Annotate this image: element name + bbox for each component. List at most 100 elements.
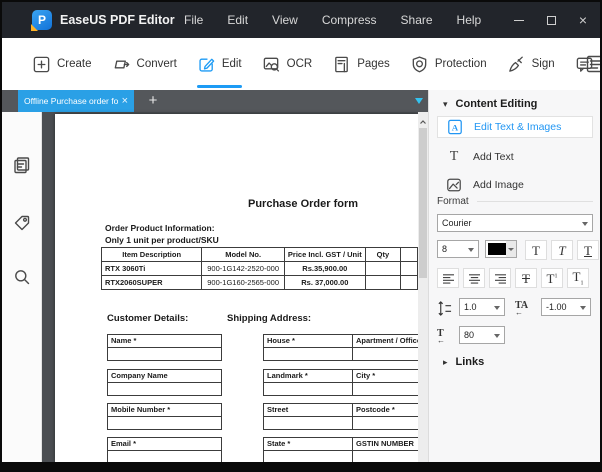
field-apartment-input[interactable]: [353, 348, 418, 360]
create-button[interactable]: Create: [32, 38, 92, 90]
align-center-button[interactable]: [463, 268, 485, 288]
cell-model-1: 900-1G160-2565-000: [202, 276, 285, 290]
field-gstin-label: GSTIN NUMBER: [353, 438, 418, 451]
field-company: Company Name: [107, 369, 222, 396]
scroll-up-icon[interactable]: [418, 114, 428, 124]
active-document-tab[interactable]: Offline Purchase order for... ×: [18, 90, 134, 112]
field-street-input[interactable]: [264, 417, 352, 429]
cell-item-0: RTX 3060Ti: [102, 262, 202, 276]
menu-share[interactable]: Share: [401, 13, 433, 27]
field-email-input[interactable]: [108, 451, 221, 462]
field-city-input[interactable]: [353, 383, 418, 395]
menu-help[interactable]: Help: [457, 13, 482, 27]
content-editing-header[interactable]: ▾ Content Editing: [443, 98, 537, 110]
thumbnails-panel-button[interactable]: [13, 156, 31, 174]
field-gstin-input[interactable]: [353, 451, 418, 462]
app-logo-icon: P: [32, 10, 52, 30]
edit-text-images-button[interactable]: A Edit Text & Images: [437, 116, 593, 138]
tab-list-dropdown-icon[interactable]: [415, 98, 423, 104]
add-text-button[interactable]: T Add Text: [437, 146, 593, 168]
menu-compress[interactable]: Compress: [322, 13, 377, 27]
chevron-down-icon: [508, 248, 514, 251]
edit-tool-button[interactable]: Edit: [197, 38, 242, 90]
protection-button[interactable]: Protection: [410, 38, 487, 90]
new-tab-button[interactable]: +: [142, 90, 164, 112]
chevron-down-icon: [494, 306, 500, 310]
format-divider: [477, 201, 593, 202]
cell-item-1: RTX2060SUPER: [102, 276, 202, 290]
cell-extra-0: [401, 262, 418, 276]
underline-button[interactable]: T: [577, 240, 599, 260]
convert-button[interactable]: Convert: [112, 38, 177, 90]
spacing-row: 1.0 TA← -1.00: [429, 298, 601, 318]
subscript-button[interactable]: T1: [567, 268, 589, 288]
document-title: Purchase Order form: [248, 198, 358, 210]
menu-edit[interactable]: Edit: [227, 13, 248, 27]
bookmarks-panel-button[interactable]: [13, 214, 31, 232]
field-company-input[interactable]: [108, 383, 221, 395]
add-image-button[interactable]: Add Image: [437, 174, 593, 196]
font-color-picker[interactable]: [485, 240, 517, 258]
search-panel-button[interactable]: [13, 268, 31, 286]
horizontal-scale-icon: T←: [437, 327, 459, 347]
tab-close-icon[interactable]: ×: [122, 96, 128, 107]
line-spacing-value: 1.0: [464, 302, 477, 312]
pages-icon: [332, 55, 351, 74]
align-left-button[interactable]: [437, 268, 459, 288]
chevron-down-icon: [468, 248, 474, 252]
edit-text-images-icon: A: [446, 118, 464, 136]
line-spacing-icon: [437, 298, 459, 318]
menu-file[interactable]: File: [184, 13, 203, 27]
horizontal-scale-select[interactable]: 80: [459, 326, 505, 344]
minimize-button[interactable]: [510, 11, 528, 29]
field-state-input[interactable]: [264, 451, 352, 462]
more-tools-button[interactable]: [586, 54, 602, 74]
field-postcode-input[interactable]: [353, 417, 418, 429]
superscript-button[interactable]: T1: [541, 268, 563, 288]
field-mobile-label: Mobile Number *: [108, 404, 221, 417]
bold-button[interactable]: T: [525, 240, 547, 260]
table-header-row: Item Description Model No. Price Incl. G…: [102, 248, 418, 262]
links-section-header[interactable]: ▸ Links: [443, 356, 484, 368]
font-size-select[interactable]: 8: [437, 240, 479, 258]
col-price: Price Incl. GST / Unit: [284, 248, 365, 262]
char-spacing-select[interactable]: -1.00: [541, 298, 591, 316]
minimize-icon: [514, 20, 524, 21]
chevron-down-icon: [494, 334, 500, 338]
ocr-button[interactable]: OCR: [262, 38, 313, 90]
shipping-row-street: Street Postcode *: [263, 403, 418, 430]
line-spacing-select[interactable]: 1.0: [459, 298, 505, 316]
strikethrough-button[interactable]: T: [515, 268, 537, 288]
field-mobile-input[interactable]: [108, 417, 221, 429]
sign-button[interactable]: Sign: [507, 38, 555, 90]
field-landmark-input[interactable]: [264, 383, 352, 395]
field-house-input[interactable]: [264, 348, 352, 360]
italic-button[interactable]: T: [551, 240, 573, 260]
maximize-icon: [547, 16, 556, 25]
menu-bar: File Edit View Compress Share Help: [184, 2, 481, 38]
links-title: Links: [456, 356, 485, 368]
font-family-select[interactable]: Courier: [437, 214, 593, 232]
customer-details-heading: Customer Details:: [107, 313, 188, 324]
app-title: EaseUS PDF Editor: [60, 13, 175, 27]
scale-row: T← 80: [429, 326, 601, 346]
cell-qty-0: [365, 262, 400, 276]
field-apartment-label: Apartment / Office: [353, 335, 418, 348]
scrollbar-thumb[interactable]: [419, 128, 427, 278]
pdf-page[interactable]: Purchase Order form Order Product Inform…: [55, 114, 418, 462]
align-right-button[interactable]: [489, 268, 511, 288]
document-scrollbar[interactable]: [418, 112, 428, 462]
title-bar: P EaseUS PDF Editor File Edit View Compr…: [2, 2, 600, 38]
chevron-down-icon: [580, 306, 586, 310]
maximize-button[interactable]: [542, 11, 560, 29]
field-name-input[interactable]: [108, 348, 221, 360]
shipping-address-heading: Shipping Address:: [227, 313, 311, 324]
shipping-row-landmark: Landmark * City *: [263, 369, 418, 396]
pages-button[interactable]: Pages: [332, 38, 390, 90]
table-row: RTX2060SUPER 900-1G160-2565-000 Rs. 37,0…: [102, 276, 418, 290]
close-button[interactable]: ×: [574, 11, 592, 29]
menu-view[interactable]: View: [272, 13, 298, 27]
horizontal-scale-value: 80: [464, 330, 474, 340]
font-style-row: 8 T T T: [429, 240, 601, 262]
document-intro: Order Product Information: Only 1 unit p…: [105, 222, 219, 246]
